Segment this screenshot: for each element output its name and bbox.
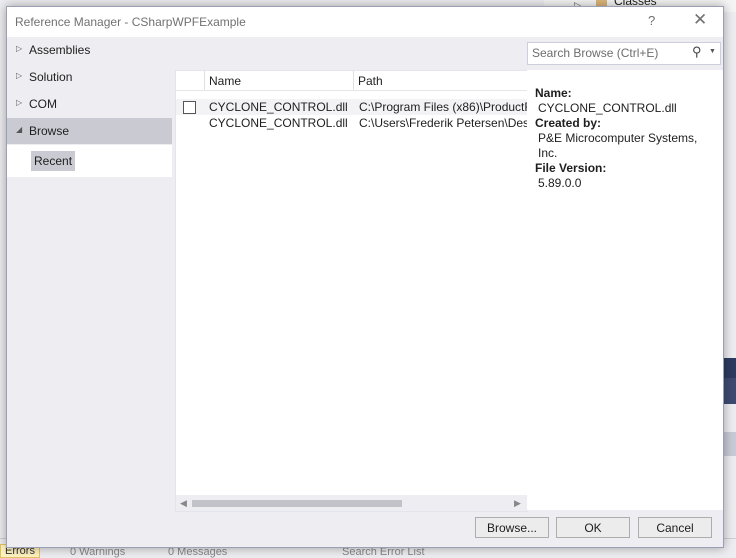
dialog-title: Reference Manager - CSharpWPFExample — [15, 15, 246, 29]
file-version-label: File Version: — [535, 161, 607, 175]
browse-subpanel: Recent — [7, 145, 172, 177]
scroll-left-icon[interactable]: ◀ — [180, 498, 187, 509]
scroll-thumb[interactable] — [192, 500, 402, 507]
nav-item-label: COM — [29, 97, 57, 111]
background-panel-strip — [723, 378, 736, 404]
row-name: CYCLONE_CONTROL.dll — [209, 116, 348, 130]
help-button[interactable]: ? — [648, 13, 655, 28]
nav-item-label: Assemblies — [29, 43, 91, 57]
nav-item-label: Solution — [29, 70, 73, 84]
nav-item-com[interactable]: ▷ COM — [7, 91, 172, 117]
reference-manager-dialog: Reference Manager - CSharpWPFExample ? ✕… — [6, 6, 724, 548]
close-button[interactable]: ✕ — [693, 10, 707, 30]
background-panel-strip — [723, 432, 736, 456]
expand-arrow-icon: ▷ — [16, 71, 23, 80]
ok-button[interactable]: OK — [556, 517, 630, 538]
row-path: C:\Program Files (x86)\ProductF — [359, 100, 527, 114]
name-value: CYCLONE_CONTROL.dll — [538, 101, 677, 115]
row-path: C:\Users\Frederik Petersen\Desk — [359, 116, 527, 130]
collapse-arrow-icon: ◢ — [16, 125, 23, 134]
list-header: Name Path — [176, 71, 527, 91]
scroll-right-icon[interactable]: ▶ — [514, 498, 521, 509]
expand-arrow-icon: ▷ — [16, 44, 23, 53]
column-header-name[interactable]: Name — [205, 71, 354, 90]
horizontal-scrollbar[interactable]: ◀ ▶ — [176, 495, 527, 511]
created-by-value: P&E Microcomputer Systems, Inc. — [538, 131, 698, 160]
title-bar: Reference Manager - CSharpWPFExample ? ✕ — [7, 7, 723, 37]
background-panel-strip — [723, 358, 736, 378]
table-row[interactable]: CYCLONE_CONTROL.dll C:\Program Files (x8… — [176, 99, 527, 115]
table-row[interactable]: CYCLONE_CONTROL.dll C:\Users\Frederik Pe… — [176, 115, 527, 131]
nav-item-recent[interactable]: Recent — [31, 151, 76, 171]
nav-item-label: Browse — [29, 124, 70, 138]
browse-button[interactable]: Browse... — [475, 517, 549, 538]
nav-item-assemblies[interactable]: ▷ Assemblies — [7, 37, 172, 63]
column-header-path[interactable]: Path — [354, 71, 527, 90]
search-input[interactable] — [532, 45, 682, 61]
nav-item-browse[interactable]: ◢ Browse — [7, 118, 172, 144]
search-icon[interactable]: ⚲ — [692, 44, 702, 60]
name-label: Name: — [535, 86, 572, 100]
column-header-check[interactable] — [176, 71, 205, 90]
created-by-label: Created by: — [535, 116, 602, 130]
chevron-down-icon[interactable]: ▼ — [709, 48, 716, 55]
cancel-button[interactable]: Cancel — [638, 517, 712, 538]
include-checkbox[interactable] — [183, 101, 196, 114]
nav-item-solution[interactable]: ▷ Solution — [7, 64, 172, 90]
row-name: CYCLONE_CONTROL.dll — [209, 100, 348, 114]
file-version-value: 5.89.0.0 — [538, 176, 582, 190]
expand-arrow-icon: ▷ — [16, 98, 23, 107]
details-pane: Name: CYCLONE_CONTROL.dll Created by: P&… — [527, 70, 723, 510]
reference-list: Name Path CYCLONE_CONTROL.dll C:\Program… — [175, 70, 528, 512]
search-box[interactable]: ⚲ ▼ — [527, 42, 721, 65]
